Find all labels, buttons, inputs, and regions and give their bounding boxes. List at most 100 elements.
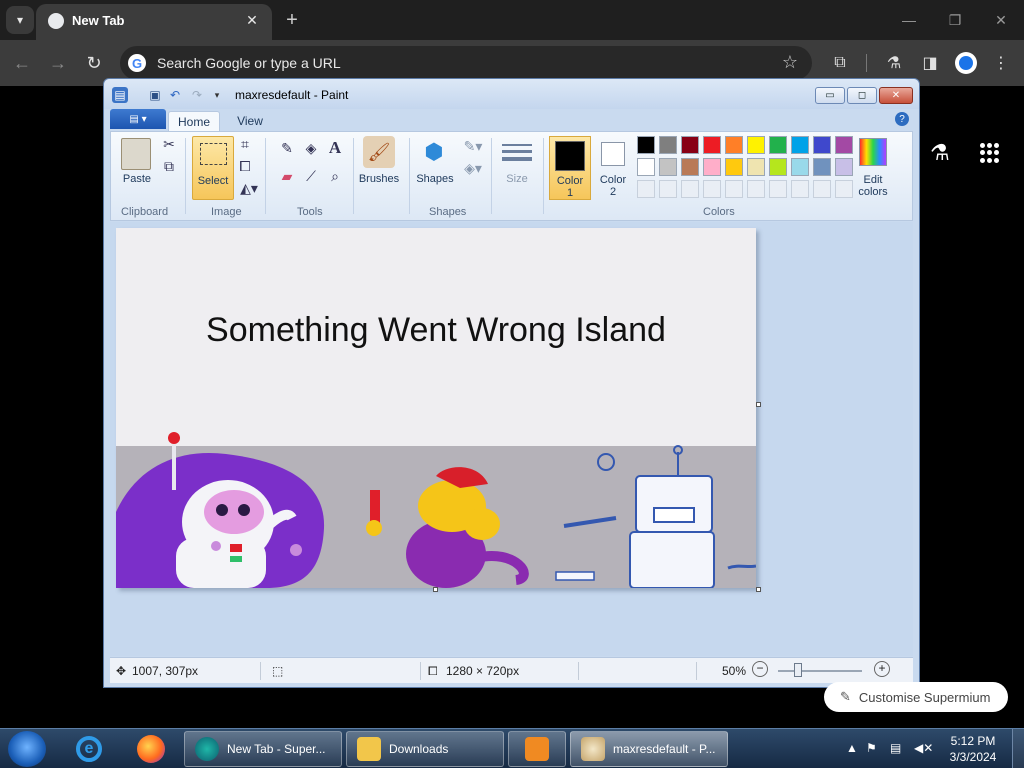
shapes-icon[interactable]: ⬢ [419,136,449,168]
palette-swatch[interactable] [747,136,765,154]
start-button-icon[interactable] [8,731,46,767]
text-tool-icon[interactable]: A [325,138,345,158]
clipboard-paste-icon[interactable] [121,138,151,170]
color-1-button[interactable]: Color 1 [549,136,591,200]
tab-home[interactable]: Home [168,111,220,131]
palette-swatch-empty[interactable] [791,180,809,198]
volume-muted-icon[interactable]: ◀✕ [914,741,933,755]
paint-workspace[interactable]: Something Went Wrong Island [110,222,913,656]
back-icon[interactable]: ← [9,50,35,76]
profile-avatar-icon[interactable] [955,52,977,74]
brushes-button-label[interactable]: Brushes [357,173,401,185]
resize-handle-right[interactable] [756,402,761,407]
network-icon[interactable]: ▤ [890,741,901,755]
zoom-in-icon[interactable]: + [874,661,890,677]
paint-titlebar[interactable]: ▤ ▣ ↶ ↷ ▾ maxresdefault - Paint ▭ ◻ ✕ [104,79,919,109]
redo-icon[interactable]: ↷ [189,87,205,103]
palette-swatch[interactable] [703,158,721,176]
resize-handle-corner[interactable] [756,587,761,592]
google-apps-icon[interactable] [980,143,1000,163]
palette-swatch[interactable] [813,158,831,176]
zoom-slider-track[interactable] [778,670,862,672]
palette-swatch[interactable] [659,158,677,176]
crop-icon[interactable]: ⌗ [237,136,253,152]
rotate-icon[interactable]: ◭▾ [237,180,261,196]
copy-icon[interactable]: ⧉ [161,158,177,174]
palette-swatch-empty[interactable] [681,180,699,198]
paint-app-icon[interactable]: ▤ [112,87,128,103]
paint-close-icon[interactable]: ✕ [879,87,913,104]
palette-swatch[interactable] [791,158,809,176]
resize-icon[interactable]: ⧠ [237,158,253,174]
paste-button-label[interactable]: Paste [117,173,157,185]
action-center-flag-icon[interactable]: ⚑ [866,741,877,755]
shapes-button-label[interactable]: Shapes [413,173,457,185]
palette-swatch[interactable] [835,136,853,154]
bookmark-star-icon[interactable]: ☆ [782,52,798,73]
palette-swatch-empty[interactable] [769,180,787,198]
forward-icon[interactable]: → [45,50,71,76]
eraser-icon[interactable]: ▰ [277,166,297,186]
zoom-out-icon[interactable]: − [752,661,768,677]
paint-maximize-icon[interactable]: ◻ [847,87,877,104]
brushes-icon[interactable]: 🖌 [363,136,395,168]
palette-swatch[interactable] [637,136,655,154]
palette-swatch-empty[interactable] [637,180,655,198]
magnifier-icon[interactable]: ⌕ [325,166,345,186]
outline-icon[interactable]: ✎▾ [461,138,485,154]
tab-view[interactable]: View [226,111,274,131]
restore-icon[interactable]: ❐ [939,8,971,32]
taskbar-item-downloads[interactable]: Downloads [346,731,504,767]
taskbar-item-browser[interactable]: New Tab - Super... [184,731,342,767]
palette-swatch[interactable] [637,158,655,176]
paint-minimize-icon[interactable]: ▭ [815,87,845,104]
palette-swatch-empty[interactable] [703,180,721,198]
palette-swatch-empty[interactable] [659,180,677,198]
taskbar-item-paint[interactable]: maxresdefault - P... [570,731,728,767]
extensions-icon[interactable]: ⧉ [829,52,851,74]
palette-swatch[interactable] [769,136,787,154]
palette-swatch[interactable] [703,136,721,154]
taskbar-clock[interactable]: 5:12 PM 3/3/2024 [938,733,1008,765]
palette-swatch[interactable] [659,136,677,154]
internet-explorer-icon[interactable]: e [64,733,114,765]
palette-swatch-empty[interactable] [725,180,743,198]
palette-swatch[interactable] [681,136,699,154]
customize-quick-access-icon[interactable]: ▾ [209,87,225,103]
edit-colors-label[interactable]: Edit colors [849,174,897,198]
fill-icon[interactable]: ◈▾ [461,160,485,176]
color-picker-icon[interactable]: ⟋ [301,166,321,186]
color-2-label[interactable]: Color 2 [593,174,633,198]
reload-icon[interactable]: ↻ [81,50,107,76]
palette-swatch-empty[interactable] [813,180,831,198]
color-2-swatch[interactable] [601,142,625,166]
paint-canvas[interactable]: Something Went Wrong Island [116,228,756,588]
edit-colors-icon[interactable] [859,138,887,166]
show-hidden-icons-icon[interactable]: ▲ [846,741,858,755]
tab-search-icon[interactable]: ▾ [6,6,34,34]
close-window-icon[interactable]: ✕ [985,8,1017,32]
select-button[interactable]: Select [192,136,234,200]
palette-swatch[interactable] [769,158,787,176]
help-icon[interactable]: ? [895,112,909,126]
undo-icon[interactable]: ↶ [167,87,183,103]
palette-swatch[interactable] [747,158,765,176]
labs-flask-icon[interactable]: ⚗ [883,52,905,74]
address-bar[interactable]: G Search Google or type a URL ☆ [120,46,812,80]
show-desktop-button[interactable] [1012,729,1024,768]
palette-swatch[interactable] [791,136,809,154]
ntp-labs-flask-icon[interactable]: ⚗ [930,140,950,166]
palette-swatch[interactable] [725,136,743,154]
fill-bucket-icon[interactable]: ◈ [301,138,321,158]
palette-swatch[interactable] [813,136,831,154]
minimize-icon[interactable]: — [893,8,925,32]
new-tab-icon[interactable]: + [280,8,304,32]
customise-supermium-button[interactable]: ✎ Customise Supermium [824,682,1008,712]
menu-dots-icon[interactable]: ⋮ [990,52,1012,74]
resize-handle-bottom[interactable] [433,587,438,592]
firefox-icon[interactable] [126,733,176,765]
cut-icon[interactable]: ✂ [161,136,177,152]
side-panel-icon[interactable]: ◨ [919,52,941,74]
palette-swatch-empty[interactable] [747,180,765,198]
size-button-label[interactable]: Size [499,173,535,185]
